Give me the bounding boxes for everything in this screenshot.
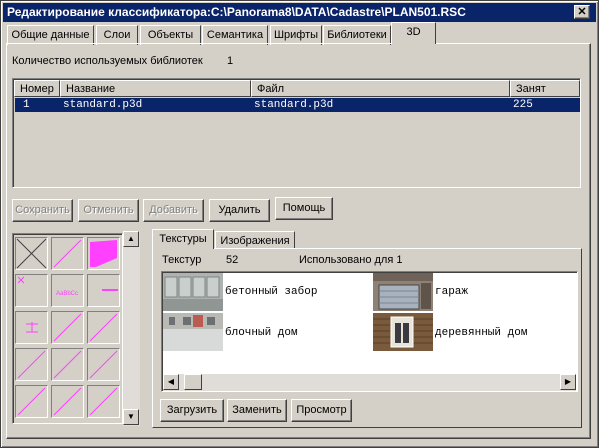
palette-cell[interactable] [15,311,48,344]
palette-cell[interactable] [51,348,84,381]
library-table[interactable]: Номер Название Файл Занят 1 standard.p3d… [12,78,581,188]
texture-count-label: Текстур [162,254,202,266]
palette-cell[interactable] [15,348,48,381]
close-button[interactable]: ✕ [574,5,590,19]
texture-count-value: 52 [226,254,239,266]
column-header-occupied[interactable]: Занят [510,80,580,97]
tab-general[interactable]: Общие данные [7,25,94,45]
tab-textures[interactable]: Текстуры [152,229,214,249]
scroll-down-icon[interactable]: ▼ [123,409,139,425]
row-file: standard.p3d [254,99,334,111]
tab-objects[interactable]: Объекты [140,25,201,45]
palette-cell[interactable] [87,237,120,270]
mark-icon [17,276,25,284]
column-header-number[interactable]: Номер [14,80,60,97]
texture-name[interactable]: блочный дом [225,327,298,339]
add-button[interactable]: Добавить [143,199,204,222]
view-texture-button[interactable]: Просмотр [291,399,352,422]
load-texture-button[interactable]: Загрузить [160,399,224,422]
column-header-file[interactable]: Файл [251,80,510,97]
palette-cell[interactable] [87,385,120,418]
diagonal-line-icon [17,387,46,416]
texture-name[interactable]: гараж [435,286,468,298]
symbol-icon [26,322,38,333]
cross-box-icon [16,238,47,269]
palette-cell[interactable] [15,274,48,307]
replace-texture-button[interactable]: Заменить [227,399,287,422]
text-style-icon: AaBbCc [56,291,78,297]
diagonal-line-icon [53,387,82,416]
diagonal-line-icon [53,350,82,379]
window-title: Редактирование классификатора:C:\Panoram… [3,3,596,22]
filled-polygon-icon [90,240,117,267]
text-sample: AaBbCc [56,291,78,297]
library-count-label: Количество используемых библиотек [12,55,203,67]
column-header-name[interactable]: Название [60,80,251,97]
palette-cell[interactable] [87,311,120,344]
palette-cell[interactable] [51,237,84,270]
scroll-up-icon[interactable]: ▲ [123,231,139,247]
garage-texture [373,273,433,311]
palette-cell[interactable] [87,274,120,307]
table-row[interactable]: 1 standard.p3d standard.p3d 225 [15,98,580,112]
texture-name[interactable]: бетонный забор [225,286,317,298]
close-icon: ✕ [577,6,587,18]
scroll-left-icon[interactable]: ◀ [163,374,179,390]
diagonal-line-icon [17,350,46,379]
help-button[interactable]: Помощь [275,197,333,220]
library-count-value: 1 [227,55,234,67]
diagonal-line-icon [89,313,118,342]
palette-cell[interactable] [51,311,84,344]
texture-name[interactable]: деревянный дом [435,327,527,339]
diagonal-line-icon [53,313,82,342]
palette-cell[interactable] [15,237,48,270]
palette-cell[interactable] [87,348,120,381]
tab-layers[interactable]: Слои [96,25,138,45]
row-number: 1 [23,99,30,111]
scroll-right-icon[interactable]: ▶ [560,374,576,390]
diagonal-line-icon [89,350,118,379]
diagonal-line-icon [53,239,82,268]
scroll-thumb[interactable] [184,374,202,390]
hline-icon [102,289,118,291]
texture-list-scrollbar[interactable]: ◀ ▶ [163,374,576,391]
tab-libraries[interactable]: Библиотеки [323,25,391,45]
palette-scrollbar[interactable]: ▲ ▼ [123,231,140,426]
row-occupied: 225 [513,99,533,111]
delete-button[interactable]: Удалить [209,199,270,222]
diagonal-line-icon [89,387,118,416]
palette-cell[interactable] [15,385,48,418]
texture-usage-label: Использовано для 1 [299,254,403,266]
wooden-house-texture [373,313,433,351]
palette-cell[interactable] [51,385,84,418]
row-name: standard.p3d [63,99,143,111]
tab-fonts[interactable]: Шрифты [270,25,322,45]
save-button[interactable]: Сохранить [12,199,73,222]
tab-3d[interactable]: 3D [391,22,436,44]
tab-images[interactable]: Изображения [215,231,295,249]
palette-cell[interactable]: AaBbCc [51,274,84,307]
concrete-fence-texture [163,273,223,311]
block-house-texture [163,313,223,351]
symbol-palette[interactable]: AaBbCc [12,233,123,424]
cancel-button[interactable]: Отменить [78,199,139,222]
tab-semantics[interactable]: Семантика [202,25,268,45]
